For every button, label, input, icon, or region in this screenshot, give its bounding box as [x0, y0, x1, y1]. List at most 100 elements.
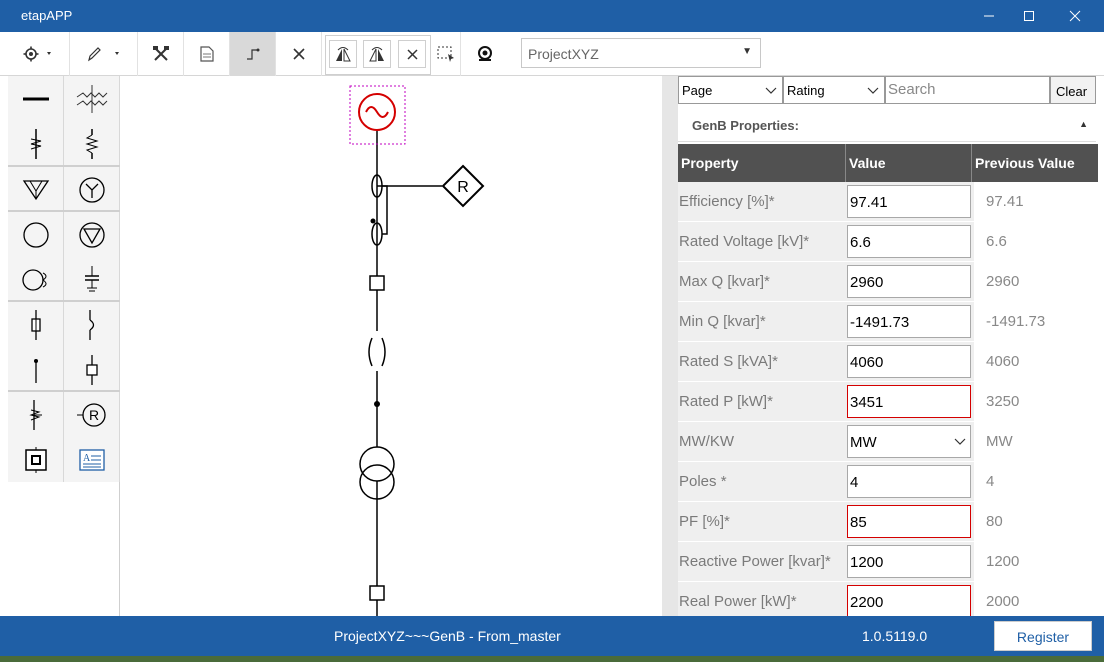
property-value-select[interactable]: MW: [847, 425, 971, 458]
property-previous-value: -1491.73: [974, 302, 1098, 342]
property-value-input[interactable]: 2960: [847, 265, 971, 298]
page-filter-select[interactable]: Page: [678, 76, 783, 104]
one-line-diagram: R: [349, 85, 485, 616]
panel-splitter[interactable]: [662, 76, 678, 616]
property-label: Min Q [kvar]*: [679, 313, 766, 330]
cable-bracket[interactable]: [365, 331, 389, 371]
document-button[interactable]: [184, 32, 230, 76]
palette-relay[interactable]: R: [64, 392, 120, 437]
rotate-right-button[interactable]: [363, 40, 391, 68]
property-label: Rated Voltage [kV]*: [679, 233, 810, 250]
connect-mode-button[interactable]: [230, 32, 276, 76]
property-value-text: 85: [850, 514, 867, 531]
properties-table-header: Property Value Previous Value: [678, 144, 1098, 182]
palette-switch[interactable]: [8, 347, 64, 392]
property-value-input[interactable]: 6.6: [847, 225, 971, 258]
palette-motor[interactable]: [8, 212, 64, 257]
property-value-input[interactable]: 3451: [847, 385, 971, 418]
property-previous-value: 2960: [974, 262, 1098, 302]
relay-icon: R: [76, 402, 106, 427]
rotate-left-button[interactable]: [329, 40, 357, 68]
property-previous-value: 4: [974, 462, 1098, 502]
rotate-right-icon: [369, 47, 384, 62]
properties-section-header[interactable]: GenB Properties: ▲: [678, 108, 1096, 142]
document-icon: [199, 46, 214, 62]
palette-current-transformer[interactable]: [8, 392, 64, 437]
connection-node[interactable]: [374, 401, 380, 407]
property-value-input[interactable]: 1200: [847, 545, 971, 578]
close-rotate-toolbar-button[interactable]: [398, 40, 426, 68]
clear-button[interactable]: Clear: [1050, 76, 1096, 104]
page-filter-value: Page: [682, 83, 713, 98]
property-value-input[interactable]: 4060: [847, 345, 971, 378]
relay-r[interactable]: R: [441, 164, 485, 208]
palette-wye-load[interactable]: [64, 167, 120, 212]
diagram-canvas[interactable]: R: [121, 76, 662, 616]
register-button[interactable]: Register: [994, 621, 1092, 651]
palette-capacitor[interactable]: [64, 257, 120, 302]
table-row: Rated S [kVA]* 4060 4060: [678, 342, 1098, 382]
table-row: Efficiency [%]* 97.41 97.41: [678, 182, 1098, 222]
palette-bus[interactable]: [8, 76, 64, 121]
palette-induction-machine[interactable]: [8, 257, 64, 302]
palette-static-load[interactable]: [64, 212, 120, 257]
tools-button[interactable]: [138, 32, 184, 76]
property-value-text: 6.6: [850, 234, 871, 251]
circuit-breaker-2[interactable]: [369, 585, 385, 601]
property-label: Rated S [kVA]*: [679, 353, 778, 370]
breaker-icon: [85, 354, 98, 385]
static-load-icon: [78, 221, 105, 248]
palette-relay-label: R: [88, 407, 98, 423]
property-value-text: -1491.73: [850, 314, 910, 331]
property-value-input[interactable]: -1491.73: [847, 305, 971, 338]
table-row: Poles * 4 4: [678, 462, 1098, 502]
status-bar: ProjectXYZ~~~GenB - From_master 1.0.5119…: [0, 616, 1104, 656]
palette-composite-network[interactable]: [8, 437, 64, 482]
property-value-text: 1200: [850, 554, 884, 571]
contactor-icon: [88, 309, 94, 340]
property-value-input[interactable]: 97.41: [847, 185, 971, 218]
rating-filter-select[interactable]: Rating: [783, 76, 885, 104]
edit-menu-button[interactable]: [70, 32, 138, 76]
palette-transformer-3w[interactable]: [64, 76, 120, 121]
switch-icon: [33, 358, 38, 383]
palette-contactor[interactable]: [64, 302, 120, 347]
project-select[interactable]: ProjectXYZ ▼: [521, 38, 761, 68]
palette-grounding-transformer[interactable]: [8, 167, 64, 212]
property-value-input[interactable]: 85: [847, 505, 971, 538]
property-label: Max Q [kvar]*: [679, 273, 770, 290]
impedance-icon: [84, 128, 99, 159]
palette-reactor[interactable]: [8, 121, 64, 166]
palette-text-box[interactable]: A: [64, 437, 120, 482]
property-value-input[interactable]: 4: [847, 465, 971, 498]
maximize-button[interactable]: [1006, 0, 1052, 32]
search-input[interactable]: Search: [885, 76, 1050, 104]
wye-icon: [78, 176, 105, 203]
property-value-input[interactable]: 2200: [847, 585, 971, 618]
settings-menu-button[interactable]: [10, 32, 70, 76]
property-value-text: 2960: [850, 274, 884, 291]
current-transformer-2[interactable]: [370, 218, 383, 246]
rotate-left-icon: [336, 47, 351, 62]
property-label: MW/KW: [679, 433, 734, 450]
palette-breaker[interactable]: [64, 347, 120, 392]
collapse-up-icon: ▲: [1079, 119, 1088, 129]
property-value-text: 4060: [850, 354, 884, 371]
palette-impedance[interactable]: [64, 121, 120, 166]
circuit-breaker-1[interactable]: [369, 275, 385, 291]
select-area-button[interactable]: [431, 32, 461, 76]
property-previous-value: MW: [974, 422, 1098, 462]
delete-button[interactable]: [276, 32, 322, 76]
current-transformer-icon: [28, 399, 42, 430]
table-row: MW/KW MW MW: [678, 422, 1098, 462]
locate-icon: [478, 46, 492, 61]
palette-fuse[interactable]: [8, 302, 64, 347]
close-window-button[interactable]: [1052, 0, 1098, 32]
locate-button[interactable]: [461, 32, 509, 76]
induction-machine-icon: [21, 268, 46, 291]
property-label: Poles *: [679, 473, 727, 490]
table-row: PF [%]* 85 80: [678, 502, 1098, 542]
app-window: etapAPP ProjectXYZ ▼ R A R Page Rating S…: [0, 0, 1104, 662]
gear-icon: [23, 46, 51, 62]
column-header-property: Property: [678, 144, 846, 182]
